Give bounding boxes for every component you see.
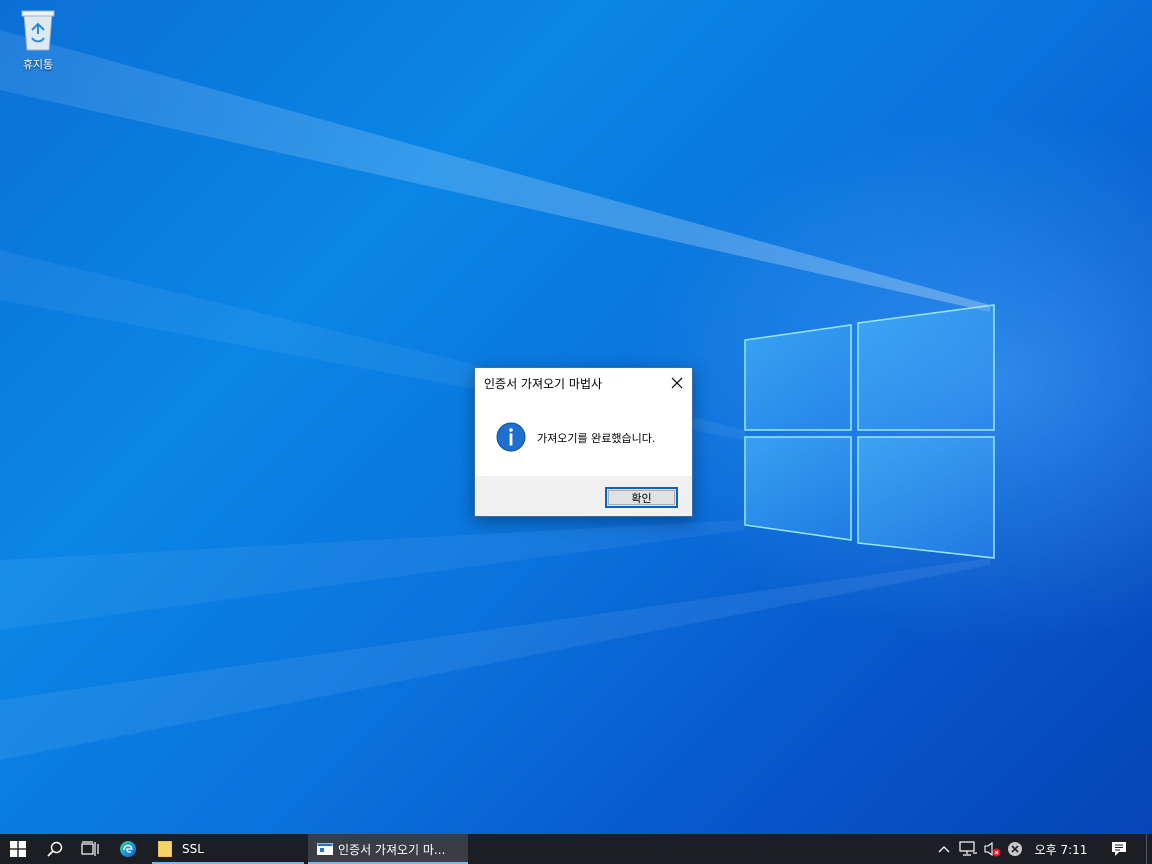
action-center-button[interactable] bbox=[1104, 834, 1134, 864]
taskbar-item-certificate-wizard[interactable]: 인증서 가져오기 마... bbox=[308, 834, 468, 864]
desktop-icon-recycle-bin[interactable]: 휴지통 bbox=[10, 8, 66, 78]
folder-icon bbox=[158, 841, 172, 857]
dialog-title: 인증서 가져오기 마법사 bbox=[484, 376, 603, 391]
taskbar-item-label: SSL bbox=[182, 842, 204, 856]
taskbar: SSL 인증서 가져오기 마... 오후 7:11 bbox=[0, 834, 1152, 864]
clock-time: 오후 7:11 bbox=[1034, 842, 1088, 857]
task-view-icon bbox=[81, 841, 99, 856]
info-icon bbox=[496, 422, 526, 452]
show-desktop-button[interactable] bbox=[1146, 834, 1152, 864]
clock-button[interactable]: 오후 7:11 bbox=[1030, 834, 1092, 864]
desktop-icon-label: 휴지통 bbox=[22, 58, 54, 71]
search-icon bbox=[47, 841, 63, 857]
recycle-bin-icon bbox=[21, 10, 55, 51]
taskbar-item-ssl[interactable]: SSL bbox=[152, 834, 304, 864]
dialog-titlebar[interactable]: 인증서 가져오기 마법사 bbox=[475, 368, 692, 398]
volume-tray-button[interactable] bbox=[980, 834, 1004, 864]
volume-muted-icon bbox=[984, 841, 1001, 857]
dialog-body: 가져오기를 완료했습니다. bbox=[475, 398, 692, 476]
ok-button[interactable]: 확인 bbox=[605, 487, 678, 508]
start-button[interactable] bbox=[0, 834, 36, 864]
notification-icon bbox=[1112, 842, 1126, 856]
edge-icon bbox=[120, 841, 136, 857]
edge-taskbar-button[interactable] bbox=[110, 834, 146, 864]
task-view-button[interactable] bbox=[72, 834, 108, 864]
dialog-footer: 확인 bbox=[475, 476, 692, 516]
dialog-window-icon bbox=[317, 843, 333, 855]
close-icon bbox=[671, 377, 683, 389]
taskbar-item-label: 인증서 가져오기 마... bbox=[338, 842, 446, 857]
dialog-message: 가져오기를 완료했습니다. bbox=[537, 432, 656, 445]
chevron-up-icon bbox=[938, 846, 950, 853]
error-tray-button[interactable] bbox=[1004, 834, 1026, 864]
close-button[interactable] bbox=[662, 368, 692, 398]
show-hidden-icons-button[interactable] bbox=[934, 834, 954, 864]
network-icon bbox=[959, 841, 977, 856]
search-button[interactable] bbox=[38, 834, 72, 864]
error-icon bbox=[1008, 842, 1022, 856]
certificate-import-dialog: 인증서 가져오기 마법사 가져오기를 완료했습니다. 확인 bbox=[474, 367, 693, 517]
windows-start-icon bbox=[10, 841, 26, 857]
network-tray-button[interactable] bbox=[956, 834, 980, 864]
